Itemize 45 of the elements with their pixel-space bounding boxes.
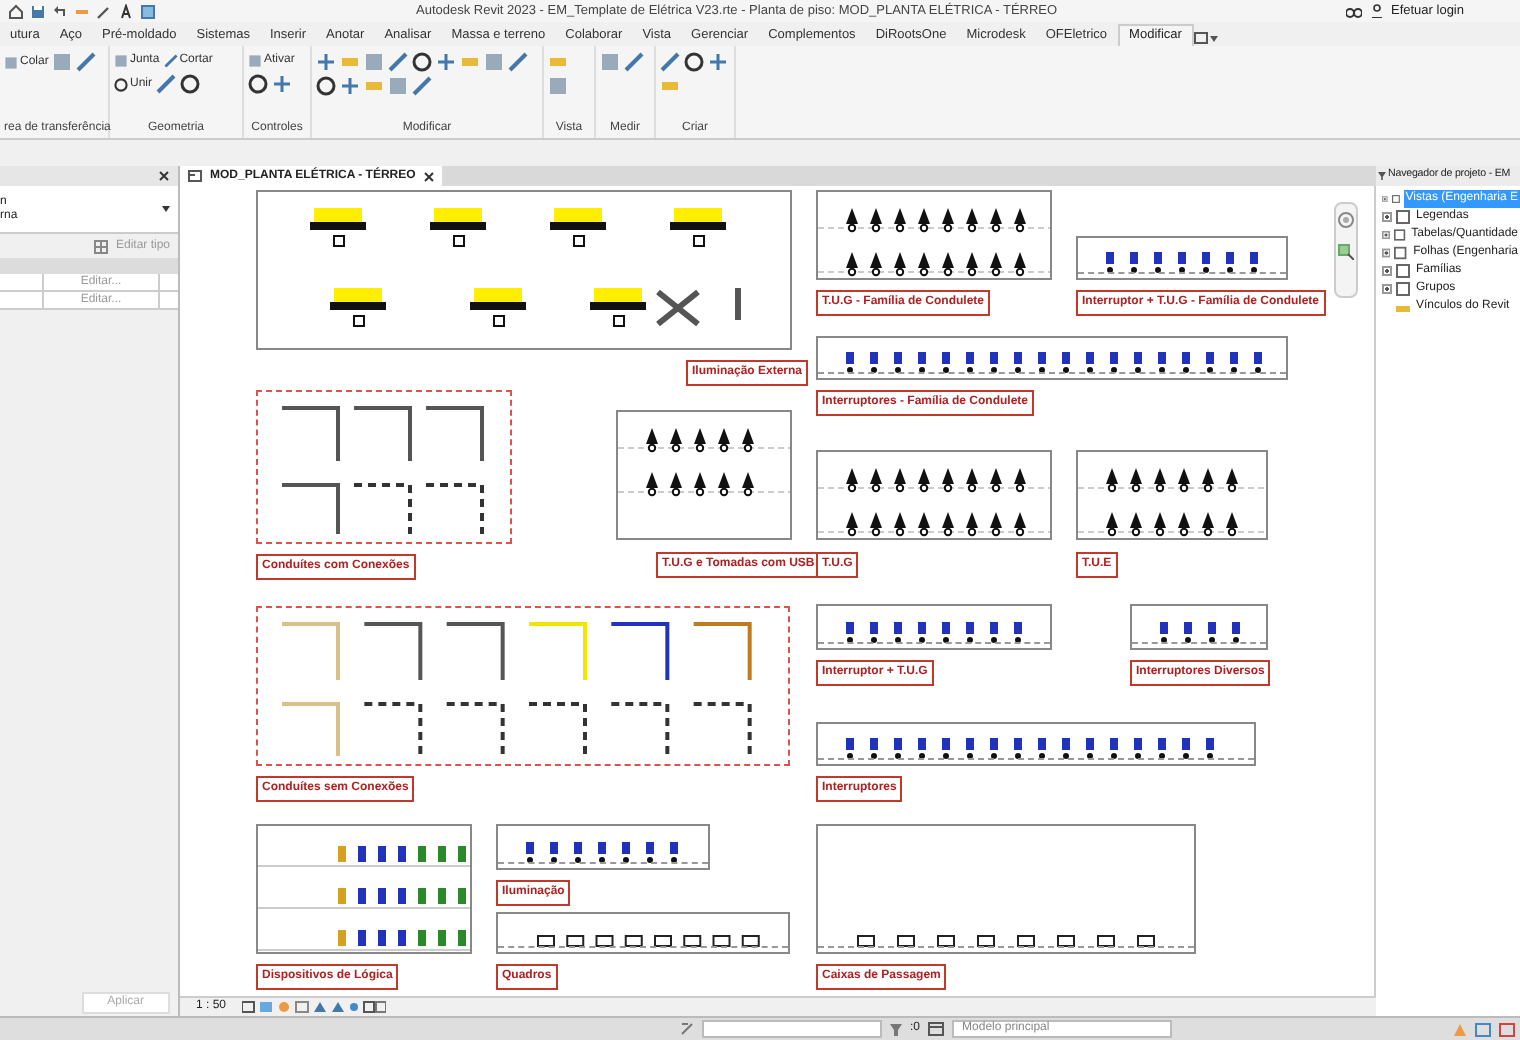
editing-request-icon[interactable] <box>928 1022 945 1036</box>
family-group-frame <box>1130 604 1268 650</box>
expand-icon[interactable] <box>1382 284 1392 294</box>
square-icon[interactable] <box>600 52 620 72</box>
view-icon[interactable] <box>140 3 156 19</box>
steering-wheel-icon[interactable] <box>1337 212 1353 228</box>
diagonal-line-icon[interactable] <box>76 52 97 72</box>
close-icon[interactable] <box>423 171 434 181</box>
square-icon[interactable] <box>364 52 384 72</box>
navigation-bar[interactable] <box>1333 202 1357 298</box>
edit-type-icon <box>93 239 108 253</box>
square-icon <box>248 54 262 68</box>
square-icon <box>4 55 18 69</box>
diagonal-line-icon[interactable] <box>660 52 680 72</box>
diagonal-line-icon[interactable] <box>508 52 528 72</box>
text-icon[interactable] <box>118 3 134 19</box>
square-icon[interactable] <box>484 52 504 72</box>
status-icons-drawing[interactable] <box>1452 1021 1520 1037</box>
filter-icon[interactable] <box>890 1023 902 1035</box>
dropdown-icon <box>162 206 170 212</box>
panel-toggle-icon[interactable] <box>1193 30 1218 46</box>
expand-icon[interactable] <box>1382 230 1391 240</box>
square-icon[interactable] <box>548 76 568 96</box>
filter-icon[interactable] <box>1378 172 1386 180</box>
diagonal-line-icon <box>163 54 178 68</box>
diagonal-line-icon[interactable] <box>412 76 432 96</box>
expand-icon[interactable] <box>1382 248 1391 258</box>
square-icon <box>114 54 128 68</box>
switch-symbols-drawing <box>1158 622 1242 644</box>
square-icon[interactable] <box>52 52 73 72</box>
expand-icon[interactable] <box>1382 266 1392 276</box>
zoom-icon[interactable] <box>1337 244 1353 260</box>
home-icon[interactable] <box>8 3 24 19</box>
floor-plan-icon <box>188 170 202 182</box>
user-icon <box>1369 4 1383 18</box>
diagonal-line-icon[interactable] <box>624 52 644 72</box>
diagonal-line-icon[interactable] <box>156 74 177 94</box>
diagonal-line-icon[interactable] <box>388 52 408 72</box>
undo-icon[interactable] <box>52 3 68 19</box>
expand-icon[interactable] <box>1382 194 1388 204</box>
close-icon[interactable] <box>158 170 170 182</box>
view-control-icons-drawing[interactable] <box>242 1000 387 1014</box>
expand-icon[interactable] <box>1382 212 1392 222</box>
save-icon[interactable] <box>30 3 46 19</box>
binoculars-icon[interactable] <box>1345 4 1361 18</box>
